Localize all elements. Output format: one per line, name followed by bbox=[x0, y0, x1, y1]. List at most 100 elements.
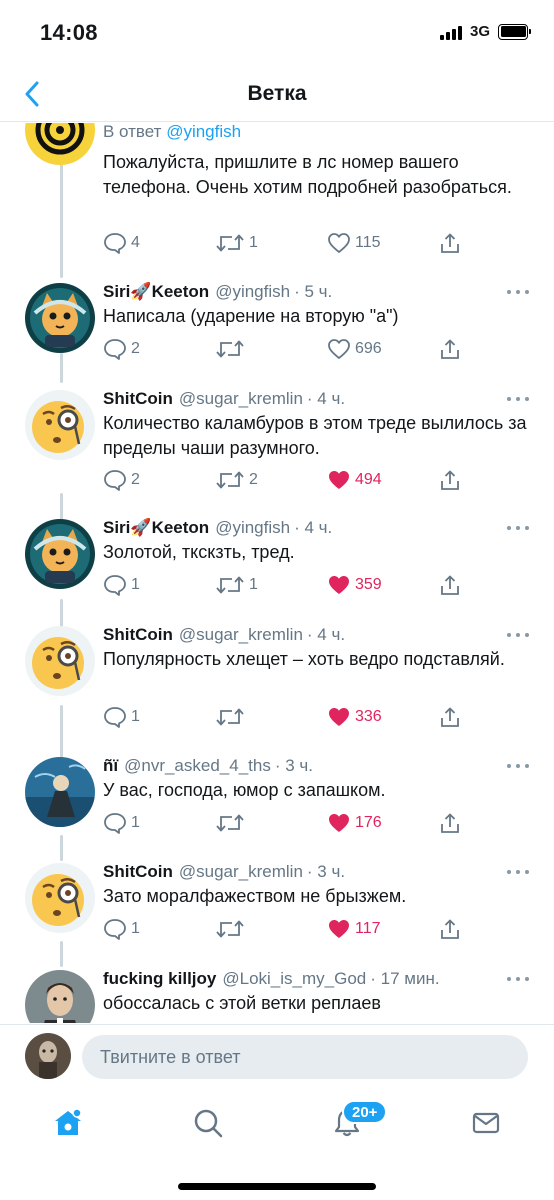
like-count: 176 bbox=[355, 814, 382, 831]
share-icon bbox=[439, 338, 461, 360]
author-name[interactable]: fucking killjoy bbox=[103, 968, 216, 990]
reply-button[interactable]: 1 bbox=[103, 917, 140, 941]
retweet-count: 2 bbox=[249, 471, 258, 488]
more-options-button[interactable] bbox=[507, 394, 529, 404]
share-button[interactable] bbox=[439, 573, 461, 597]
thread-connector bbox=[60, 705, 63, 759]
share-button[interactable] bbox=[439, 917, 461, 941]
like-button[interactable]: 696 bbox=[327, 337, 382, 361]
status-indicators: 3G bbox=[439, 23, 531, 40]
tweet-actions: 2 2 494 bbox=[103, 468, 463, 492]
author-handle[interactable]: @sugar_kremlin bbox=[179, 861, 303, 883]
tweet-actions: 1 117 bbox=[103, 917, 463, 941]
share-button[interactable] bbox=[439, 337, 461, 361]
retweet-icon bbox=[215, 918, 245, 940]
retweet-button[interactable]: 2 bbox=[215, 468, 258, 492]
tab-messages[interactable] bbox=[466, 1103, 506, 1143]
retweet-button[interactable] bbox=[215, 337, 249, 361]
more-options-button[interactable] bbox=[507, 523, 529, 533]
author-handle[interactable]: @nvr_asked_4_ths bbox=[124, 755, 271, 777]
author-handle[interactable]: @sugar_kremlin bbox=[179, 624, 303, 646]
user-avatar[interactable] bbox=[25, 1033, 71, 1079]
tab-search[interactable] bbox=[188, 1103, 228, 1143]
tab-home[interactable] bbox=[48, 1103, 88, 1143]
retweet-button[interactable]: 1 bbox=[215, 573, 258, 597]
mention-link[interactable]: @yingfish bbox=[166, 123, 241, 141]
like-icon bbox=[327, 232, 351, 254]
author-handle[interactable]: @yingfish bbox=[215, 517, 290, 539]
author-name[interactable]: Siri🚀Keeton bbox=[103, 517, 209, 539]
avatar[interactable] bbox=[25, 757, 95, 827]
like-button[interactable]: 176 bbox=[327, 811, 382, 835]
tweet-time: · 4 ч. bbox=[306, 389, 346, 408]
retweet-icon bbox=[215, 706, 245, 728]
author-name[interactable]: ñï bbox=[103, 755, 118, 777]
reply-input[interactable] bbox=[82, 1035, 528, 1079]
reply-compose-bar bbox=[0, 1024, 554, 1088]
reply-count: 2 bbox=[131, 340, 140, 357]
retweet-button[interactable] bbox=[215, 917, 249, 941]
author-name[interactable]: Siri🚀Keeton bbox=[103, 281, 209, 303]
reply-icon bbox=[103, 469, 127, 491]
reply-button[interactable]: 1 bbox=[103, 705, 140, 729]
avatar[interactable] bbox=[25, 283, 95, 353]
share-icon bbox=[439, 918, 461, 940]
tweet-time: · 4 ч. bbox=[306, 625, 346, 644]
reply-button[interactable]: 1 bbox=[103, 573, 140, 597]
like-button[interactable]: 117 bbox=[327, 917, 381, 941]
reply-count: 4 bbox=[131, 234, 140, 251]
retweet-button[interactable] bbox=[215, 705, 249, 729]
reply-count: 1 bbox=[131, 814, 140, 831]
author-name[interactable]: ShitCoin bbox=[103, 388, 173, 410]
like-button[interactable]: 494 bbox=[327, 468, 382, 492]
author-handle[interactable]: @yingfish bbox=[215, 281, 290, 303]
navigation-bar: Ветка bbox=[0, 66, 554, 122]
reply-button[interactable]: 2 bbox=[103, 468, 140, 492]
avatar[interactable] bbox=[25, 123, 95, 165]
more-options-button[interactable] bbox=[507, 974, 529, 984]
reply-button[interactable]: 4 bbox=[103, 231, 140, 255]
reply-count: 1 bbox=[131, 576, 140, 593]
avatar[interactable] bbox=[25, 863, 95, 933]
more-options-button[interactable] bbox=[507, 867, 529, 877]
share-button[interactable] bbox=[439, 231, 461, 255]
avatar[interactable] bbox=[25, 626, 95, 696]
avatar[interactable] bbox=[25, 519, 95, 589]
tweet-actions: 4 1 115 bbox=[103, 231, 463, 255]
tweet-time: · 4 ч. bbox=[294, 518, 333, 537]
reply-icon bbox=[103, 574, 127, 596]
reply-icon bbox=[103, 706, 127, 728]
author-handle[interactable]: @sugar_kremlin bbox=[179, 388, 303, 410]
like-icon bbox=[327, 918, 351, 940]
reply-button[interactable]: 2 bbox=[103, 337, 140, 361]
like-count: 336 bbox=[355, 708, 382, 725]
retweet-button[interactable]: 1 bbox=[215, 231, 258, 255]
page-title: Ветка bbox=[247, 82, 307, 105]
thread-connector bbox=[60, 163, 63, 278]
more-options-button[interactable] bbox=[507, 630, 529, 640]
like-button[interactable]: 115 bbox=[327, 231, 381, 255]
like-icon bbox=[327, 338, 351, 360]
signal-icon bbox=[439, 24, 462, 40]
reply-icon bbox=[103, 918, 127, 940]
more-options-button[interactable] bbox=[507, 287, 529, 297]
tweet-time: · 3 ч. bbox=[306, 862, 346, 881]
share-button[interactable] bbox=[439, 468, 461, 492]
author-handle[interactable]: @Loki_is_my_God bbox=[222, 968, 366, 990]
thread[interactable]: В ответ @yingfish Пожалуйста, пришлите в… bbox=[0, 123, 554, 1023]
like-button[interactable]: 359 bbox=[327, 573, 382, 597]
avatar[interactable] bbox=[25, 390, 95, 460]
retweet-icon bbox=[215, 469, 245, 491]
avatar[interactable] bbox=[25, 970, 95, 1023]
retweet-button[interactable] bbox=[215, 811, 249, 835]
share-icon bbox=[439, 574, 461, 596]
author-name[interactable]: ShitCoin bbox=[103, 861, 173, 883]
reply-button[interactable]: 1 bbox=[103, 811, 140, 835]
share-button[interactable] bbox=[439, 705, 461, 729]
like-count: 696 bbox=[355, 340, 382, 357]
author-name[interactable]: ShitCoin bbox=[103, 624, 173, 646]
share-button[interactable] bbox=[439, 811, 461, 835]
more-options-button[interactable] bbox=[507, 761, 529, 771]
tweet-actions: 1 1 359 bbox=[103, 573, 463, 597]
like-button[interactable]: 336 bbox=[327, 705, 382, 729]
